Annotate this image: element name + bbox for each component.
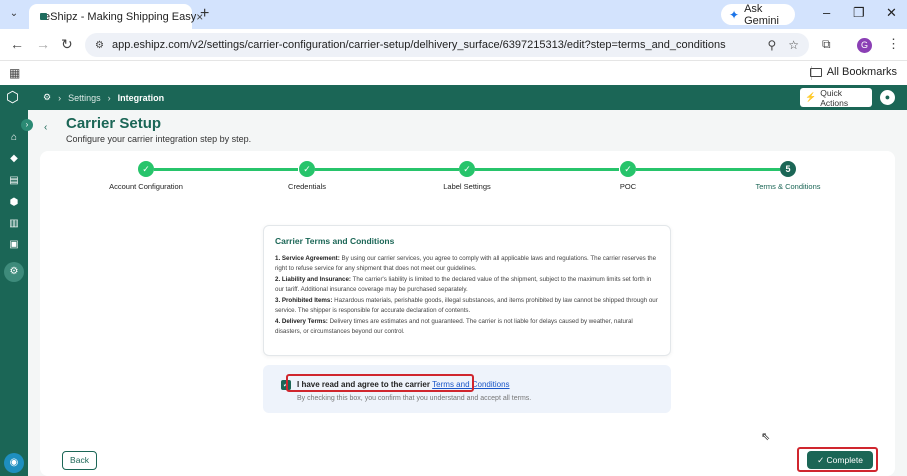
minimize-window-icon[interactable]: – <box>823 5 830 20</box>
step-label-poc: POC <box>619 182 637 191</box>
gemini-label: Ask Gemini <box>744 2 779 27</box>
reports-icon[interactable]: ▣ <box>7 238 21 252</box>
url-text: app.eshipz.com/v2/settings/carrier-confi… <box>111 39 726 51</box>
page-title: Carrier Setup <box>66 115 162 132</box>
tab-title: eShipz - Making Shipping Easy <box>44 10 197 23</box>
step-3-complete-icon[interactable]: ✓ <box>459 161 475 177</box>
quick-actions-button[interactable]: ⚡ Quick Actions <box>800 87 872 108</box>
page-subtitle: Configure your carrier integration step … <box>66 134 252 144</box>
back-chevron-icon[interactable]: ‹ <box>44 122 47 133</box>
mouse-cursor-icon: ⇖ <box>761 431 771 443</box>
quick-actions-label: Quick Actions <box>820 87 849 108</box>
terms-item: 4. Delivery Terms: Delivery times are es… <box>275 318 633 335</box>
terms-heading: Carrier Terms and Conditions <box>275 236 395 246</box>
step-label-terms-conditions: Terms & Conditions <box>755 182 821 191</box>
settings-gear-icon[interactable]: ⚙ <box>43 92 51 103</box>
browser-menu-icon[interactable]: ⋮ <box>887 36 900 52</box>
step-4-complete-icon[interactable]: ✓ <box>620 161 636 177</box>
bookmarks-bar: ▦ All Bookmarks <box>0 61 907 85</box>
step-5-current[interactable]: 5 <box>780 161 796 177</box>
browser-tab-active[interactable]: eShipz - Making Shipping Easy × <box>29 4 203 29</box>
step-label-label-settings: Label Settings <box>443 182 491 191</box>
site-info-icon[interactable]: ⚙ <box>95 40 104 51</box>
address-bar[interactable]: ⚙ app.eshipz.com/v2/settings/carrier-con… <box>85 33 809 57</box>
apps-grid-icon[interactable]: ▦ <box>9 66 20 80</box>
quick-actions-icon: ⚡ <box>805 92 817 102</box>
step-1-complete-icon[interactable]: ✓ <box>138 161 154 177</box>
eshipz-logo-icon[interactable]: ⬡ <box>6 89 24 107</box>
profile-avatar[interactable]: G <box>857 38 872 53</box>
ask-gemini-button[interactable]: ✦ Ask Gemini <box>721 2 795 27</box>
orders-icon[interactable]: ▤ <box>7 174 21 188</box>
step-label-account-configuration: Account Configuration <box>109 182 183 191</box>
tab-search-chevron-icon[interactable]: ⌄ <box>6 6 22 22</box>
complete-button[interactable]: ✓ Complete <box>807 451 873 469</box>
step-connector <box>636 168 780 171</box>
terms-item: 3. Prohibited Items: Hazardous materials… <box>275 297 658 314</box>
all-bookmarks-label: All Bookmarks <box>826 66 897 78</box>
back-arrow-icon[interactable]: ← <box>10 36 24 52</box>
bookmark-star-icon[interactable]: ☆ <box>788 38 799 52</box>
breadcrumb-integration: Integration <box>117 92 165 103</box>
folder-icon <box>809 67 822 77</box>
browser-toolbar: ← → ↻ ⚙ app.eshipz.com/v2/settings/carri… <box>0 29 907 61</box>
breadcrumb-settings[interactable]: Settings <box>68 93 101 103</box>
terms-item: 2. Liability and Insurance: The carrier'… <box>275 276 652 293</box>
extensions-icon[interactable]: ⧉ <box>822 37 831 52</box>
sidebar-expand-icon[interactable]: › <box>21 119 33 131</box>
close-window-icon[interactable]: ✕ <box>886 5 897 21</box>
forward-arrow-icon[interactable]: → <box>36 36 50 52</box>
user-account-icon[interactable]: ● <box>880 90 895 105</box>
terms-panel: Carrier Terms and Conditions 1. Service … <box>263 225 671 356</box>
chat-support-icon[interactable]: ◉ <box>4 453 24 473</box>
step-connector <box>315 168 459 171</box>
home-icon[interactable]: ⌂ <box>7 131 21 145</box>
restore-window-icon[interactable]: ❐ <box>853 5 865 21</box>
all-bookmarks-button[interactable]: All Bookmarks <box>809 66 897 78</box>
step-2-complete-icon[interactable]: ✓ <box>299 161 315 177</box>
back-button[interactable]: Back <box>62 451 97 470</box>
analytics-icon[interactable]: ▥ <box>7 217 21 231</box>
eshipz-app: ⬡ ⚙ › Settings › Integration ⚡ Quick Act… <box>0 85 907 476</box>
zoom-icon[interactable]: ⚲ <box>767 38 776 52</box>
reload-icon[interactable]: ↻ <box>61 36 73 53</box>
app-top-bar: ⬡ ⚙ › Settings › Integration ⚡ Quick Act… <box>0 85 907 110</box>
sidebar: ⌂ ◆ ▤ ⬢ ▥ ▣ ⚙ <box>0 110 28 476</box>
terms-item: 1. Service Agreement: By using our carri… <box>275 255 657 272</box>
shipments-icon[interactable]: ◆ <box>7 152 21 166</box>
breadcrumb: ⚙ › Settings › Integration <box>43 92 165 103</box>
new-tab-button[interactable]: + <box>200 5 209 23</box>
agree-note: By checking this box, you confirm that y… <box>297 395 532 402</box>
step-connector <box>154 168 298 171</box>
annotation-highlight-agree <box>286 374 474 392</box>
gemini-sparkle-icon: ✦ <box>729 7 740 22</box>
browser-tab-strip: ⌄ eShipz - Making Shipping Easy × + ✦ As… <box>0 0 907 29</box>
step-connector <box>475 168 619 171</box>
step-label-credentials: Credentials <box>288 182 326 191</box>
tracking-icon[interactable]: ⬢ <box>7 196 21 210</box>
settings-icon[interactable]: ⚙ <box>4 262 24 282</box>
